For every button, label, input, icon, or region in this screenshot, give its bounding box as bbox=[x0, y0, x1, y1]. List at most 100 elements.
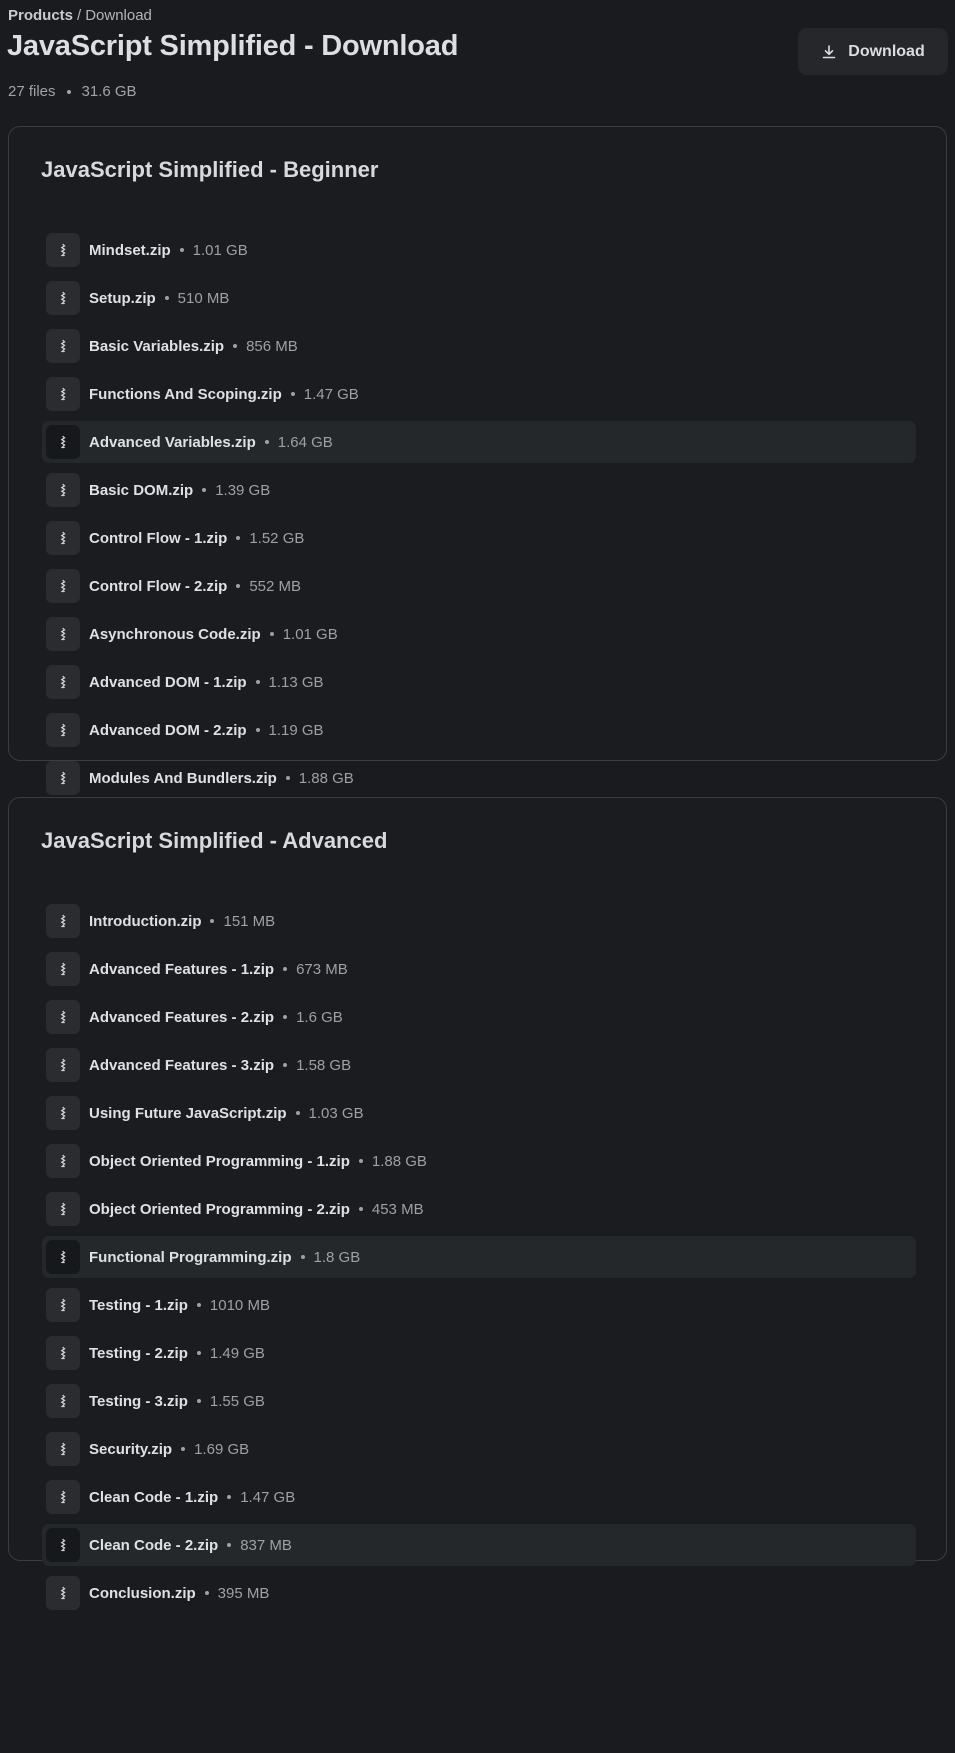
file-row[interactable]: Using Future JavaScript.zip 1.03 GB bbox=[42, 1092, 916, 1134]
file-name[interactable]: Testing - 3.zip bbox=[89, 1393, 188, 1410]
file-name[interactable]: Functions And Scoping.zip bbox=[89, 386, 282, 403]
file-name[interactable]: Mindset.zip bbox=[89, 242, 171, 259]
zip-file-icon bbox=[46, 521, 80, 555]
zip-file-icon bbox=[46, 1480, 80, 1514]
file-name[interactable]: Testing - 1.zip bbox=[89, 1297, 188, 1314]
file-separator-dot bbox=[283, 1063, 288, 1067]
file-name[interactable]: Using Future JavaScript.zip bbox=[89, 1105, 287, 1122]
file-separator-dot bbox=[290, 392, 295, 396]
file-name[interactable]: Advanced Features - 2.zip bbox=[89, 1009, 274, 1026]
file-name[interactable]: Security.zip bbox=[89, 1441, 172, 1458]
section-beginner: JavaScript Simplified - Beginner Mindset.… bbox=[8, 126, 947, 795]
file-separator-dot bbox=[233, 344, 238, 348]
file-row[interactable]: Control Flow - 2.zip 552 MB bbox=[42, 565, 916, 607]
file-separator-dot bbox=[202, 488, 207, 492]
file-name[interactable]: Clean Code - 2.zip bbox=[89, 1537, 218, 1554]
file-separator-dot bbox=[164, 296, 169, 300]
file-name[interactable]: Functional Programming.zip bbox=[89, 1249, 292, 1266]
file-separator-dot bbox=[269, 632, 274, 636]
file-row[interactable]: Testing - 1.zip 1010 MB bbox=[42, 1284, 916, 1326]
zip-file-icon bbox=[46, 569, 80, 603]
file-separator-dot bbox=[236, 536, 241, 540]
file-name[interactable]: Setup.zip bbox=[89, 290, 156, 307]
file-row[interactable]: Modules And Bundlers.zip 1.88 GB bbox=[42, 757, 916, 799]
download-icon bbox=[822, 44, 836, 58]
file-row[interactable]: Advanced Features - 1.zip 673 MB bbox=[42, 948, 916, 990]
file-name[interactable]: Object Oriented Programming - 2.zip bbox=[89, 1201, 350, 1218]
file-size: 1.69 GB bbox=[194, 1440, 250, 1458]
file-name[interactable]: Object Oriented Programming - 1.zip bbox=[89, 1153, 350, 1170]
file-name[interactable]: Testing - 2.zip bbox=[89, 1345, 188, 1362]
download-meta: 27 files 31.6 GB bbox=[8, 83, 137, 100]
file-row[interactable]: Testing - 3.zip 1.55 GB bbox=[42, 1380, 916, 1422]
file-name[interactable]: Clean Code - 1.zip bbox=[89, 1489, 218, 1506]
download-all-button[interactable]: Download bbox=[798, 28, 948, 75]
file-name[interactable]: Modules And Bundlers.zip bbox=[89, 770, 277, 787]
file-name[interactable]: Control Flow - 2.zip bbox=[89, 578, 227, 595]
file-row[interactable]: Advanced Features - 3.zip 1.58 GB bbox=[42, 1044, 916, 1086]
page-header: Products / Download JavaScript Simplified … bbox=[0, 0, 955, 140]
file-name[interactable]: Advanced Variables.zip bbox=[89, 434, 256, 451]
file-separator-dot bbox=[179, 248, 184, 252]
file-row[interactable]: Introduction.zip 151 MB bbox=[42, 900, 916, 942]
file-row[interactable]: Object Oriented Programming - 1.zip 1.88 … bbox=[42, 1140, 916, 1182]
file-name[interactable]: Conclusion.zip bbox=[89, 1585, 196, 1602]
download-page: Products / Download JavaScript Simplified … bbox=[0, 0, 955, 1753]
file-row[interactable]: Object Oriented Programming - 2.zip 453 M… bbox=[42, 1188, 916, 1230]
file-name[interactable]: Control Flow - 1.zip bbox=[89, 530, 227, 547]
file-name[interactable]: Advanced Features - 1.zip bbox=[89, 961, 274, 978]
file-separator-dot bbox=[358, 1159, 363, 1163]
file-row[interactable]: Security.zip 1.69 GB bbox=[42, 1428, 916, 1470]
breadcrumb-current: Download bbox=[85, 7, 152, 24]
file-row[interactable]: Functions And Scoping.zip 1.47 GB bbox=[42, 373, 916, 415]
zip-file-icon bbox=[46, 377, 80, 411]
file-size: 1.39 GB bbox=[215, 481, 271, 499]
file-row[interactable]: Testing - 2.zip 1.49 GB bbox=[42, 1332, 916, 1374]
file-row[interactable]: Basic Variables.zip 856 MB bbox=[42, 325, 916, 367]
file-row[interactable]: Clean Code - 1.zip 1.47 GB bbox=[42, 1476, 916, 1518]
file-name[interactable]: Introduction.zip bbox=[89, 913, 201, 930]
file-row[interactable]: Setup.zip 510 MB bbox=[42, 277, 916, 319]
file-row[interactable]: Advanced DOM - 1.zip 1.13 GB bbox=[42, 661, 916, 703]
file-row[interactable]: Asynchronous Code.zip 1.01 GB bbox=[42, 613, 916, 655]
file-list: Mindset.zip 1.01 GB Setup.zip 510 MB Basic V… bbox=[42, 229, 916, 805]
file-row[interactable]: Clean Code - 2.zip 837 MB bbox=[42, 1524, 916, 1566]
file-separator-dot bbox=[255, 680, 260, 684]
file-row[interactable]: Conclusion.zip 395 MB bbox=[42, 1572, 916, 1614]
file-separator-dot bbox=[227, 1495, 232, 1499]
file-row[interactable]: Advanced Features - 2.zip 1.6 GB bbox=[42, 996, 916, 1038]
file-name[interactable]: Basic Variables.zip bbox=[89, 338, 224, 355]
file-separator-dot bbox=[358, 1207, 363, 1211]
file-size: 1.01 GB bbox=[192, 241, 248, 259]
file-row[interactable]: Basic DOM.zip 1.39 GB bbox=[42, 469, 916, 511]
file-name[interactable]: Advanced DOM - 1.zip bbox=[89, 674, 247, 691]
zip-file-icon bbox=[46, 425, 80, 459]
breadcrumb: Products / Download bbox=[8, 7, 152, 24]
file-row[interactable]: Functional Programming.zip 1.8 GB bbox=[42, 1236, 916, 1278]
file-separator-dot bbox=[204, 1591, 209, 1595]
file-size: 856 MB bbox=[246, 337, 298, 355]
file-row[interactable]: Control Flow - 1.zip 1.52 GB bbox=[42, 517, 916, 559]
file-size: 1.01 GB bbox=[282, 625, 338, 643]
zip-file-icon bbox=[46, 1240, 80, 1274]
file-separator-dot bbox=[196, 1303, 201, 1307]
file-separator-dot bbox=[283, 967, 288, 971]
file-name[interactable]: Advanced Features - 3.zip bbox=[89, 1057, 274, 1074]
file-name[interactable]: Asynchronous Code.zip bbox=[89, 626, 261, 643]
file-size: 837 MB bbox=[240, 1536, 292, 1554]
zip-file-icon bbox=[46, 1048, 80, 1082]
zip-file-icon bbox=[46, 1144, 80, 1178]
file-separator-dot bbox=[283, 1015, 288, 1019]
file-name[interactable]: Advanced DOM - 2.zip bbox=[89, 722, 247, 739]
file-size: 1.03 GB bbox=[308, 1104, 364, 1122]
zip-file-icon bbox=[46, 713, 80, 747]
file-row[interactable]: Advanced Variables.zip 1.64 GB bbox=[42, 421, 916, 463]
breadcrumb-products-link[interactable]: Products bbox=[8, 7, 73, 24]
file-size: 1010 MB bbox=[209, 1296, 270, 1314]
file-row[interactable]: Mindset.zip 1.01 GB bbox=[42, 229, 916, 271]
file-separator-dot bbox=[196, 1351, 201, 1355]
file-row[interactable]: Advanced DOM - 2.zip 1.19 GB bbox=[42, 709, 916, 751]
file-size: 673 MB bbox=[296, 960, 348, 978]
file-size: 1.47 GB bbox=[303, 385, 359, 403]
file-name[interactable]: Basic DOM.zip bbox=[89, 482, 193, 499]
